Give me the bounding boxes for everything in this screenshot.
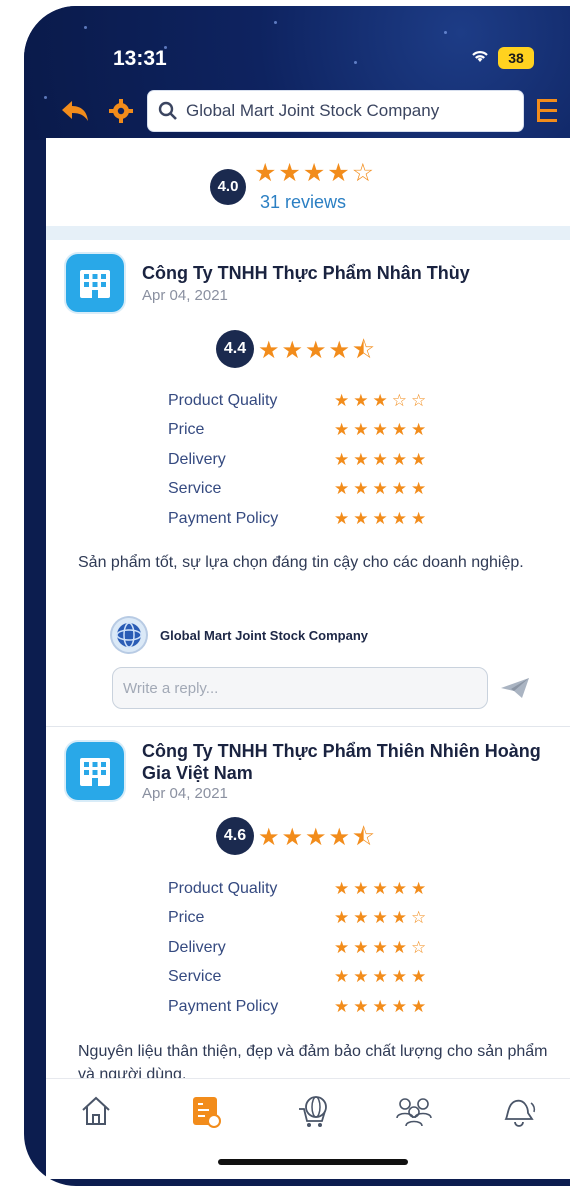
reviewer-company[interactable]: Công Ty TNHH Thực Phẩm Nhân Thùy — [142, 262, 562, 284]
review-score-badge: 4.6 — [216, 817, 254, 855]
search-input[interactable]: Global Mart Joint Stock Company — [186, 101, 439, 121]
criterion-label: Price — [168, 909, 205, 926]
reviewer-company[interactable]: Công Ty TNHH Thực Phẩm Thiên Nhiên Hoàng… — [142, 740, 566, 784]
overall-stars: ★★★★☆ — [254, 159, 377, 187]
home-icon[interactable] — [76, 1091, 116, 1131]
back-arrow-icon[interactable] — [60, 96, 90, 126]
rating-summary: 4.0 ★★★★☆ 31 reviews — [46, 138, 570, 226]
criterion-stars: ★★★★★ — [334, 450, 431, 469]
reviews-content: 4.0 ★★★★☆ 31 reviews Công Ty TNHH Thực P… — [46, 138, 570, 1078]
filter-tree-icon[interactable] — [532, 96, 562, 126]
review-score-badge: 4.4 — [216, 330, 254, 368]
criterion-label: Delivery — [168, 939, 226, 956]
review-divider — [46, 726, 570, 727]
criterion-stars: ★★★★★ — [334, 997, 431, 1016]
reply-input[interactable]: Write a reply... — [112, 667, 488, 709]
home-indicator — [218, 1159, 408, 1165]
status-bar: 13:31 38 — [0, 0, 570, 84]
status-time: 13:31 — [113, 47, 167, 70]
review-stars: ★★★★⯪ — [258, 337, 377, 364]
criterion-stars: ★★★★★ — [334, 420, 431, 439]
review-comment: Sản phẩm tốt, sự lựa chọn đáng tin cậy c… — [78, 554, 524, 571]
send-icon[interactable] — [500, 673, 530, 703]
criterion-stars: ★★★★☆ — [334, 908, 431, 927]
building-icon — [66, 742, 124, 800]
review-card: Công Ty TNHH Thực Phẩm Thiên Nhiên Hoàng… — [46, 728, 570, 1078]
building-icon — [66, 254, 124, 312]
criterion-label: Service — [168, 968, 222, 985]
criterion-label: Service — [168, 480, 222, 497]
reply-company-name: Global Mart Joint Stock Company — [160, 628, 369, 643]
battery-icon: 38 — [498, 47, 534, 69]
criterion-label: Product Quality — [168, 880, 278, 897]
criterion-stars: ★★★★★ — [334, 479, 431, 498]
criterion-stars: ★★★☆☆ — [334, 391, 431, 410]
review-comment: Nguyên liệu thân thiện, đẹp và đảm bảo c… — [78, 1043, 548, 1078]
criterion-stars: ★★★★★ — [334, 967, 431, 986]
criterion-stars: ★★★★☆ — [334, 938, 431, 957]
bell-icon[interactable] — [498, 1091, 538, 1131]
overall-score-badge: 4.0 — [210, 169, 246, 205]
wifi-icon — [470, 48, 490, 69]
reviews-count-link[interactable]: 31 reviews — [260, 192, 346, 213]
criterion-stars: ★★★★★ — [334, 879, 431, 898]
globe-logo-icon — [112, 618, 146, 652]
criterion-label: Delivery — [168, 451, 226, 468]
section-separator — [46, 226, 570, 240]
criterion-label: Payment Policy — [168, 510, 279, 527]
criterion-label: Price — [168, 421, 205, 438]
review-date: Apr 04, 2021 — [142, 785, 228, 802]
review-date: Apr 04, 2021 — [142, 287, 228, 304]
global-trade-icon[interactable] — [294, 1091, 334, 1131]
review-card: Công Ty TNHH Thực Phẩm Nhân Thùy Apr 04,… — [46, 240, 570, 728]
search-icon — [158, 101, 178, 121]
criterion-label: Product Quality — [168, 392, 278, 409]
review-stars: ★★★★⯪ — [258, 824, 377, 851]
gear-icon[interactable] — [106, 96, 136, 126]
criterion-stars: ★★★★★ — [334, 509, 431, 528]
search-bar[interactable]: Global Mart Joint Stock Company — [148, 91, 523, 131]
checklist-icon[interactable] — [186, 1091, 226, 1131]
community-icon[interactable] — [394, 1091, 434, 1131]
criterion-label: Payment Policy — [168, 998, 279, 1015]
